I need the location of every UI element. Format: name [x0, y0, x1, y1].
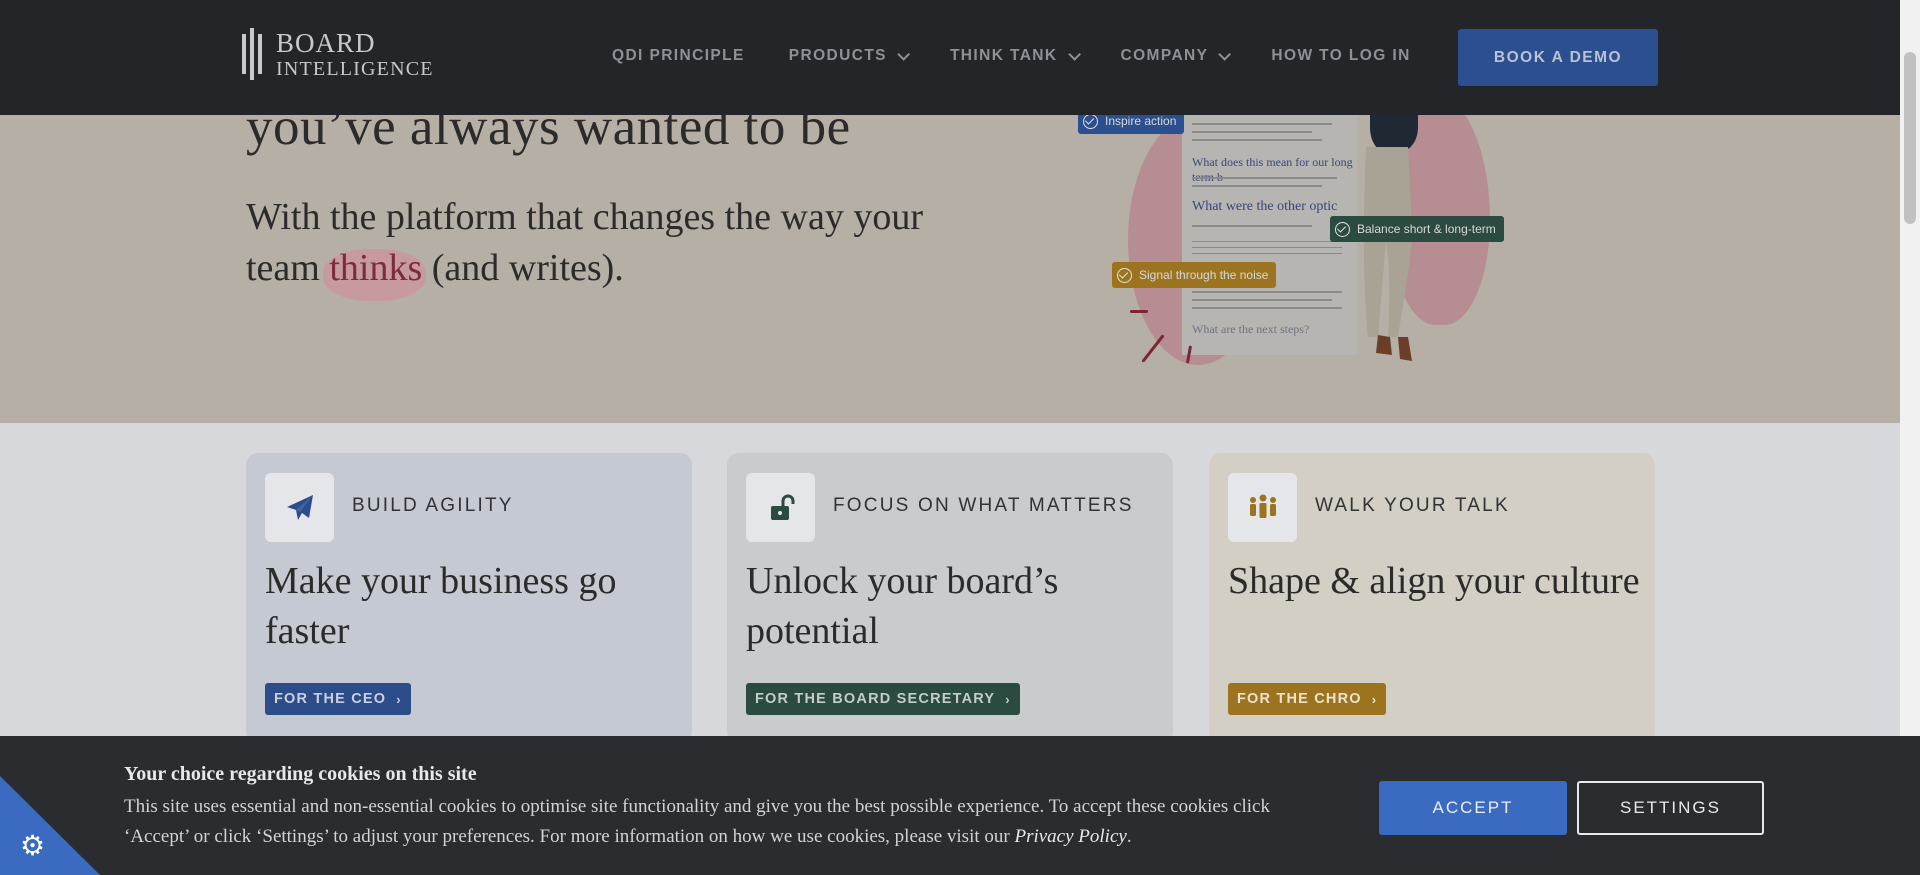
hero-illustration: What does this mean for our long term b … [1060, 95, 1540, 423]
cookie-banner: ⚙ Your choice regarding cookies on this … [0, 736, 1920, 875]
cookie-title: Your choice regarding cookies on this si… [124, 763, 477, 785]
card-build-agility: BUILD AGILITY Make your business go fast… [246, 453, 692, 743]
nav-products[interactable]: PRODUCTS [789, 47, 910, 65]
doc-heading: What were the other optic [1192, 199, 1338, 214]
tag-signal: Signal through the noise [1112, 262, 1277, 288]
chevron-right-icon: › [396, 691, 402, 707]
chevron-down-icon [897, 47, 910, 61]
card-focus: FOCUS ON WHAT MATTERS Unlock your board’… [727, 453, 1173, 743]
paper-plane-icon [265, 473, 334, 542]
card-eyebrow: WALK YOUR TALK [1315, 495, 1510, 516]
board-intelligence-logo[interactable]: BOARD INTELLIGENCE [240, 28, 434, 80]
for-the-chro-button[interactable]: FOR THE CHRO › [1228, 683, 1387, 715]
people-icon [1228, 473, 1297, 542]
chevron-right-icon: › [1005, 691, 1011, 707]
chevron-down-icon [1067, 47, 1081, 61]
for-the-board-secretary-button[interactable]: FOR THE BOARD SECRETARY › [746, 683, 1020, 715]
main-nav: QDI PRINCIPLE PRODUCTS THINK TANK COMPAN… [612, 47, 1455, 65]
check-circle-icon [1335, 221, 1350, 237]
nav-think-tank[interactable]: THINK TANK [950, 47, 1081, 65]
card-eyebrow: FOCUS ON WHAT MATTERS [833, 495, 1134, 516]
gear-icon: ⚙ [20, 831, 46, 862]
card-headline: Unlock your board’s potential [746, 560, 1059, 652]
feature-cards: BUILD AGILITY Make your business go fast… [0, 423, 1900, 743]
privacy-policy-link[interactable]: Privacy Policy [1014, 826, 1126, 847]
check-circle-icon [1117, 267, 1132, 283]
card-eyebrow: BUILD AGILITY [352, 495, 514, 516]
chevron-down-icon [1218, 47, 1232, 61]
scrollbar-thumb[interactable] [1904, 52, 1916, 224]
spark-line [1141, 334, 1165, 363]
tag-balance: Balance short & long-term [1330, 216, 1504, 242]
logo-line-1: BOARD [276, 27, 376, 58]
book-demo-button[interactable]: BOOK A DEMO [1458, 29, 1658, 86]
card-headline: Make your business go faster [265, 560, 617, 652]
nav-qdi-principle[interactable]: QDI PRINCIPLE [612, 47, 745, 65]
nav-company[interactable]: COMPANY [1121, 47, 1232, 65]
chevron-right-icon: › [1371, 691, 1378, 707]
spark-line [1130, 310, 1148, 313]
nav-how-to-log-in[interactable]: HOW TO LOG IN [1271, 47, 1410, 65]
doc-heading: What are the next steps? [1192, 322, 1310, 336]
site-header: BOARD INTELLIGENCE QDI PRINCIPLE PRODUCT… [0, 0, 1900, 115]
logo-line-2: INTELLIGENCE [276, 57, 434, 80]
check-circle-icon [1083, 113, 1098, 129]
cookie-settings-corner[interactable]: ⚙ [0, 776, 100, 875]
accept-cookies-button[interactable]: ACCEPT [1379, 781, 1567, 835]
logo-mark-icon [240, 28, 264, 80]
cookie-settings-button[interactable]: SETTINGS [1577, 781, 1764, 835]
card-walk-your-talk: WALK YOUR TALK Shape & align your cultur… [1209, 453, 1655, 743]
hero-subtitle: With the platform that changes the way y… [246, 196, 923, 289]
hero-section: you’ve always wanted to be With the plat… [0, 95, 1900, 423]
cookie-text: This site uses essential and non-essenti… [124, 796, 1270, 847]
highlighted-word: thinks [329, 247, 423, 289]
card-headline: Shape & align your culture [1228, 560, 1640, 602]
unlock-icon [746, 473, 815, 542]
for-the-ceo-button[interactable]: FOR THE CEO › [265, 683, 411, 715]
